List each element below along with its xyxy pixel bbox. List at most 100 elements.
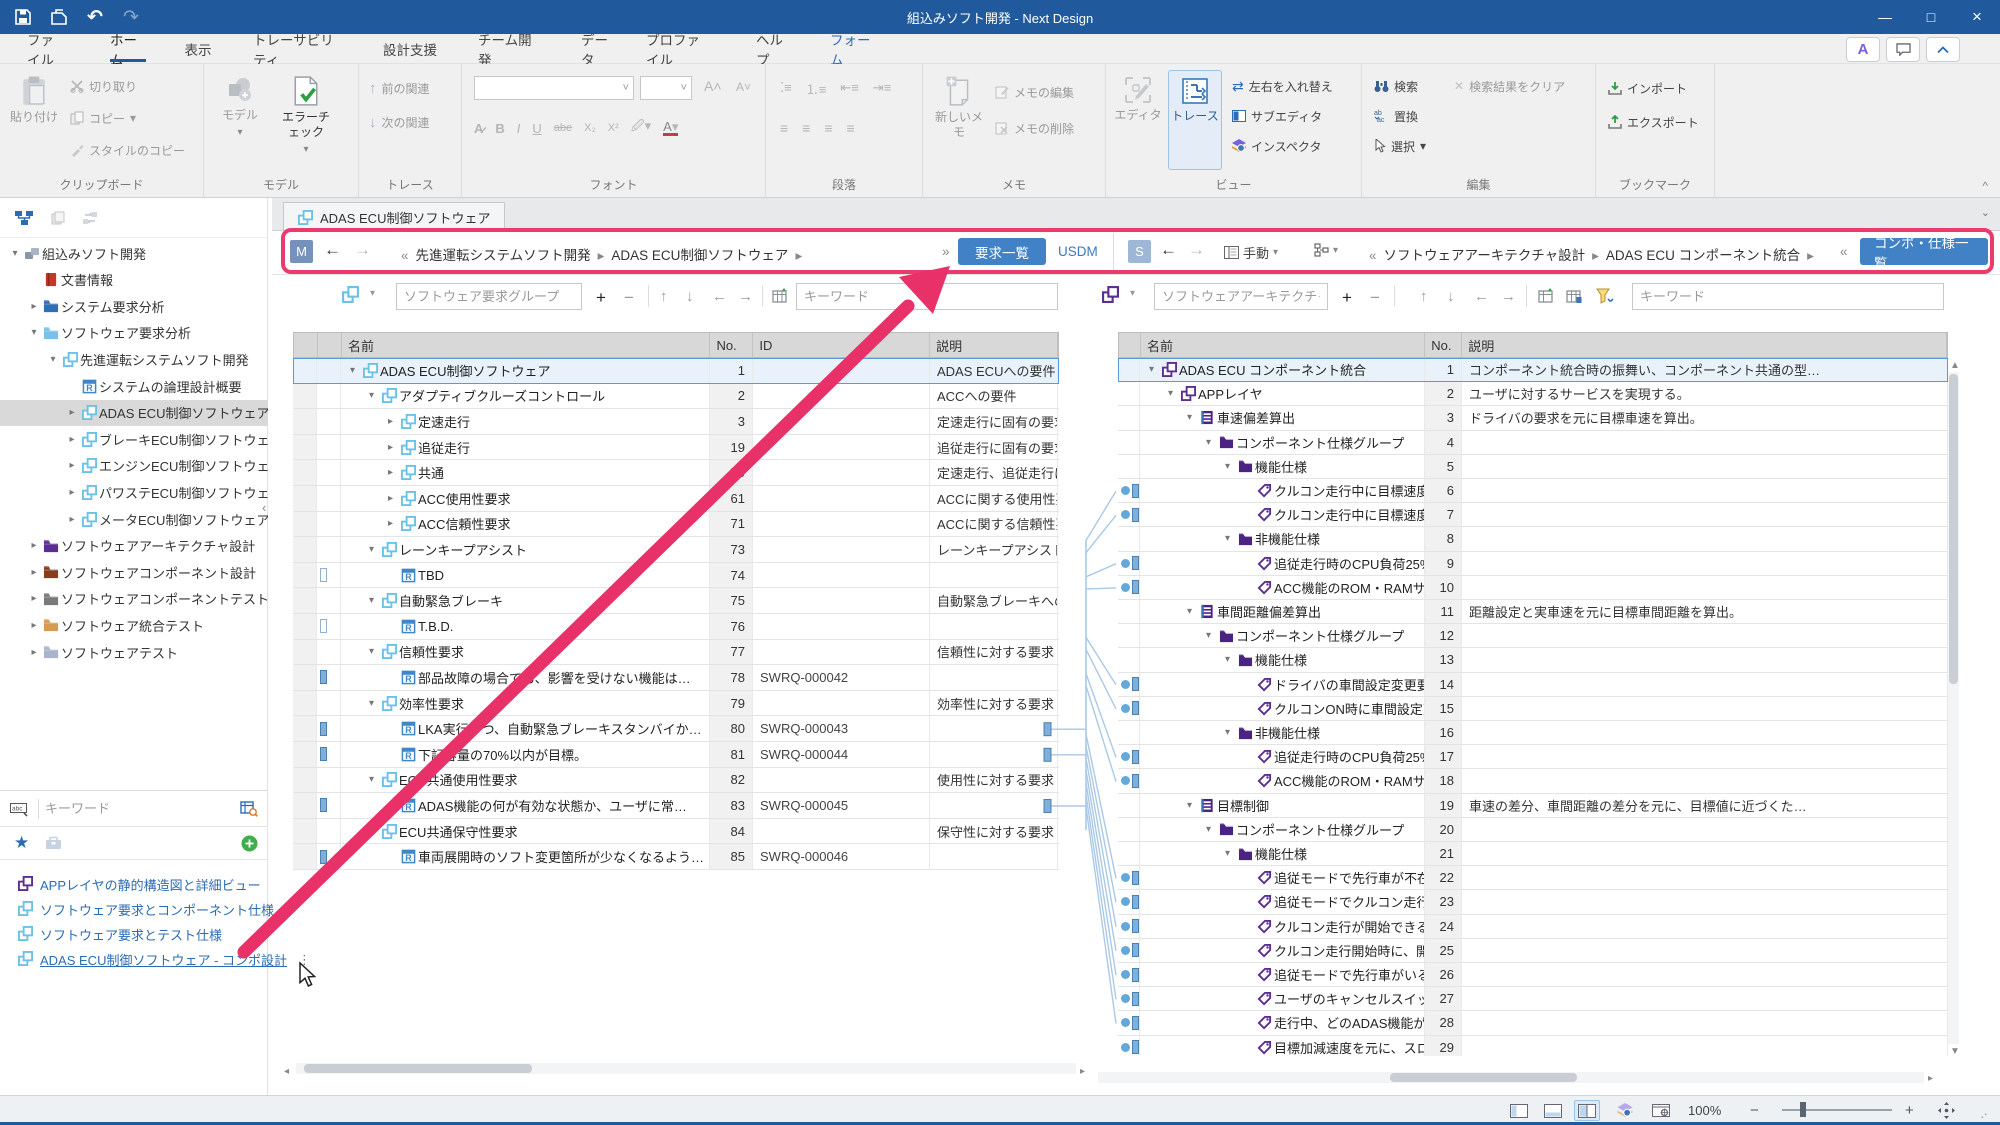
name-cell[interactable]: 追従モードで先行車が不在、または先… (1140, 866, 1425, 889)
description-cell[interactable] (1462, 939, 1948, 962)
tree-item[interactable]: ▸エンジンECU制御ソフトウェア (0, 453, 268, 479)
table-row[interactable]: ▾非機能仕様8 (1118, 527, 1948, 551)
id-cell[interactable] (753, 691, 930, 716)
tree-item[interactable]: ▸ソフトウェアコンポーネント設計 (0, 559, 268, 585)
table-row[interactable]: 目標加減速度を元に、スロットル開度…29 (1118, 1036, 1948, 1056)
add-bookmark-button[interactable] (241, 835, 258, 852)
tree-expand-icon[interactable]: ▸ (27, 647, 41, 658)
description-cell[interactable] (1462, 818, 1948, 841)
tree-item[interactable]: 文書情報 (0, 267, 268, 293)
left-hscrollbar[interactable] (296, 1063, 1076, 1074)
trace-marker-icon[interactable] (1132, 750, 1139, 764)
tree-item[interactable]: ▸ADAS ECU制御ソフトウェア (0, 400, 268, 426)
table-row[interactable]: ACC機能のROM・RAMサイズは、以下…18 (1118, 769, 1948, 793)
trace-marker-icon[interactable] (320, 568, 327, 582)
table-row[interactable]: 追従モードでクルコン走行を開始できる…23 (1118, 890, 1948, 914)
table-row[interactable]: ▾機能仕様21 (1118, 842, 1948, 866)
tree-expand-icon[interactable]: ▾ (27, 327, 41, 338)
model-search-icon[interactable] (240, 801, 258, 817)
trace-dot-icon[interactable] (1121, 1043, 1130, 1052)
table-row[interactable]: クルコン走行中に目標速度増加要求…6 (1118, 479, 1948, 503)
table-row[interactable]: ▾効率性要求79効率性に対する要求 (293, 691, 1059, 717)
name-cell[interactable]: RLKA実行かつ、自動緊急ブレーキスタンバイか… (341, 716, 710, 741)
trace-dot-icon[interactable] (1121, 559, 1130, 568)
left-group-combo[interactable] (396, 283, 582, 310)
trace-marker-icon[interactable] (1132, 871, 1139, 885)
column-header[interactable]: No. (1425, 333, 1462, 357)
ribbon-collapse-button[interactable] (1926, 37, 1960, 62)
description-cell[interactable] (1462, 842, 1948, 865)
left-keyword-input[interactable] (796, 283, 1058, 310)
right-vscrollbar[interactable] (1948, 372, 1959, 1044)
id-cell[interactable] (753, 409, 930, 434)
row-expand-icon[interactable]: ▸ (383, 416, 398, 427)
menu-tab-4[interactable]: 設計支援 (377, 34, 443, 63)
trace-dot-icon[interactable] (1121, 1018, 1130, 1027)
description-cell[interactable] (930, 742, 1058, 767)
layout-bottom-pane-button[interactable] (1540, 1100, 1566, 1121)
tree-item[interactable]: ▸システム要求分析 (0, 293, 268, 319)
trace-view-button[interactable]: トレース (1168, 70, 1222, 170)
name-cell[interactable]: ▾自動緊急ブレーキ (341, 588, 710, 613)
back-icon[interactable]: ← (324, 240, 341, 260)
tree-item[interactable]: ▾ソフトウェア要求分析 (0, 320, 268, 346)
menu-tab-5[interactable]: チーム開発 (476, 34, 546, 63)
id-cell[interactable] (753, 512, 930, 537)
trace-marker-icon[interactable] (1132, 919, 1139, 933)
tree-expand-icon[interactable]: ▾ (8, 248, 22, 259)
id-cell[interactable] (753, 563, 930, 588)
row-expand-icon[interactable]: ▸ (383, 518, 398, 529)
row-expand-icon[interactable]: ▾ (1220, 461, 1235, 472)
row-expand-icon[interactable]: ▾ (1182, 412, 1197, 423)
trace-marker-icon[interactable] (1132, 943, 1139, 957)
name-cell[interactable]: R部品故障の場合でも、影響を受けない機能は… (341, 665, 710, 690)
table-row[interactable]: ▸定速走行3定速走行に固有の要求 (293, 409, 1059, 435)
tree-expand-icon[interactable]: ▾ (46, 354, 60, 365)
trace-marker-icon[interactable] (1132, 992, 1139, 1006)
name-cell[interactable]: 追従走行時のCPU負荷25%以内 (1140, 745, 1425, 768)
trace-marker-icon[interactable] (1132, 556, 1139, 570)
table-row[interactable]: RTBD74 (293, 563, 1059, 589)
table-row[interactable]: R部品故障の場合でも、影響を受けない機能は…78SWRQ-000042 (293, 665, 1059, 691)
trace-dot-icon[interactable] (1121, 970, 1130, 979)
id-cell[interactable] (753, 460, 930, 485)
name-cell[interactable]: ▾効率性要求 (341, 691, 710, 716)
table-row[interactable]: ▾機能仕様5 (1118, 455, 1948, 479)
description-cell[interactable]: ACCへの要件 (930, 384, 1058, 409)
name-cell[interactable]: ユーザのキャンセルスイッチ操作後100… (1140, 987, 1425, 1010)
column-header[interactable]: 説明 (1462, 333, 1947, 357)
table-row[interactable]: 追従走行時のCPU負荷25%以内17 (1118, 745, 1948, 769)
row-expand-icon[interactable]: ▾ (1182, 606, 1197, 617)
id-cell[interactable] (753, 358, 930, 383)
assistant-button[interactable]: A (1846, 37, 1880, 62)
inspector-button[interactable]: インスペクタ (1232, 134, 1321, 158)
hscroll-right-icon[interactable]: ▸ (1080, 1066, 1085, 1077)
grid-view-icon[interactable] (1566, 288, 1582, 304)
table-row[interactable]: ▾コンポーネント仕様グループ4 (1118, 431, 1948, 455)
row-expand-icon[interactable]: ▾ (364, 774, 379, 785)
description-cell[interactable]: 保守性に対する要求 (930, 819, 1058, 844)
sync-mode-dropdown[interactable]: 手動▾ (1224, 243, 1278, 262)
name-cell[interactable]: ▸ACC使用性要求 (341, 486, 710, 511)
menu-tab-9[interactable]: フォーム (828, 34, 878, 63)
view-link-usdm[interactable]: USDM (1058, 244, 1098, 259)
trace-dot-icon[interactable] (1121, 873, 1130, 882)
table-row[interactable]: ▾アダプティブクルーズコントロール2ACCへの要件 (293, 384, 1059, 410)
description-cell[interactable] (930, 793, 1058, 818)
trace-marker-icon[interactable] (320, 619, 327, 633)
row-expand-icon[interactable]: ▾ (364, 595, 379, 606)
table-row[interactable]: ユーザのキャンセルスイッチ操作後100…27 (1118, 987, 1948, 1011)
id-cell[interactable]: SWRQ-000044 (753, 742, 930, 767)
undo-icon[interactable]: ↶ (84, 6, 106, 28)
component-icon[interactable] (342, 286, 359, 303)
bookmark-item[interactable]: APPレイヤの静的構造図と詳細ビュー (18, 872, 261, 897)
table-row[interactable]: ▾機能仕様13 (1118, 648, 1948, 672)
trace-marker-icon[interactable] (1132, 774, 1139, 788)
id-cell[interactable]: SWRQ-000045 (753, 793, 930, 818)
column-settings-icon[interactable] (772, 288, 788, 304)
name-cell[interactable]: ▾機能仕様 (1140, 842, 1425, 865)
table-row[interactable]: ▸共通50定速走行、追従走行に共通の要求 (293, 460, 1059, 486)
tree-expand-icon[interactable]: ▸ (27, 620, 41, 631)
name-cell[interactable]: RT.B.D. (341, 614, 710, 639)
menu-tab-7[interactable]: プロファイル (644, 34, 712, 63)
